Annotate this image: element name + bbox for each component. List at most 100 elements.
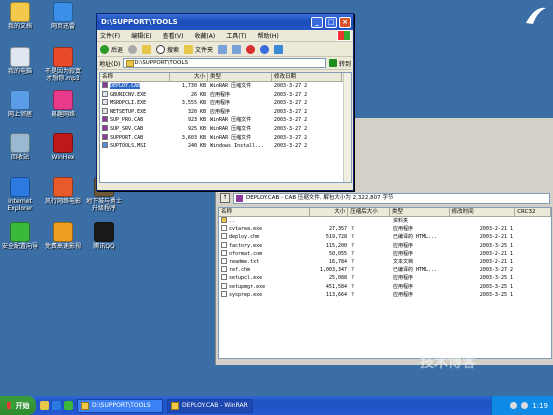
desktop-icon[interactable]: 网上邻居: [0, 90, 40, 118]
vertical-scrollbar[interactable]: [343, 73, 351, 182]
file-size: 451,584: [325, 283, 347, 290]
desktop-icon[interactable]: 安全配置向导: [0, 222, 40, 250]
file-size: 240 KB: [187, 143, 206, 150]
file-date: 2003-3-27 2: [479, 267, 513, 274]
title-bar[interactable]: D:\SUPPORT\TOOLS _ □ ×: [97, 14, 353, 30]
up-folder-button[interactable]: ↑: [220, 193, 230, 203]
quick-launch: [40, 401, 73, 410]
watermark-logo: 51CTO.com: [406, 318, 551, 348]
file-date: 2003-3-27 2: [274, 100, 308, 107]
maximize-button[interactable]: □: [325, 16, 337, 28]
menu-item[interactable]: 文件(F): [100, 31, 120, 40]
go-button[interactable]: 转到: [328, 59, 351, 68]
desktop-icon[interactable]: 风行网络电影: [43, 177, 83, 205]
start-button[interactable]: 开始: [0, 396, 36, 415]
forward-button[interactable]: [128, 44, 138, 54]
menu-item[interactable]: 编辑(E): [131, 31, 151, 40]
archive-row[interactable]: setupmgr.exe 451,584? 应用程序 2003-3-25 1: [219, 282, 551, 291]
views-button[interactable]: [274, 44, 284, 54]
column-header[interactable]: 大小: [310, 208, 349, 216]
desktop-icon[interactable]: WinHex: [43, 133, 83, 161]
back-button[interactable]: 后退: [100, 44, 123, 54]
archive-row[interactable]: factory.exe 115,200? 应用程序 2003-3-25 1: [219, 241, 551, 250]
desktop-icon-label: 网页迅雷: [50, 23, 75, 30]
address-input[interactable]: D:\SUPPORT\TOOLS: [123, 58, 326, 68]
media-player-icon[interactable]: [64, 401, 73, 410]
move-to-button[interactable]: [218, 44, 228, 54]
file-row[interactable]: GBUNICNV.EXE 26 KB 应用程序 2003-3-27 2: [100, 90, 351, 100]
file-type: 文本文档: [393, 258, 414, 265]
volume-icon[interactable]: [510, 402, 518, 409]
column-header[interactable]: 名称: [219, 208, 311, 216]
copy-to-button[interactable]: [232, 44, 242, 54]
archive-row[interactable]: oformat.com 50,055? 应用程序 2003-2-21 1: [219, 249, 551, 258]
packed-size: ?: [351, 258, 355, 265]
archive-row[interactable]: .. 资料夹: [219, 217, 551, 225]
column-header[interactable]: 名称: [100, 73, 170, 81]
qq-icon: [94, 222, 114, 242]
file-row[interactable]: SUP_PRO.CAB 923 KB WinRAR 压缩文件 2003-3-27 2: [100, 116, 351, 125]
archive-row[interactable]: setupcl.exe 25,088? 应用程序 2003-3-25 1: [219, 274, 551, 282]
taskbar-button[interactable]: DEPLOY.CAB - WinRAR: [167, 398, 253, 413]
file-list[interactable]: 名称 大小 类型 修改日期 DEPLOY.CAB 1,730 KB WinRAR 压缩文件…: [99, 72, 352, 183]
archive-row[interactable]: cvtarea.exe 27,357? 应用程序 2003-2-21 1: [219, 225, 551, 233]
column-header[interactable]: CRC32: [515, 208, 552, 216]
desktop-icon[interactable]: 网页迅雷: [43, 2, 83, 30]
desktop-icon[interactable]: 回收站: [0, 133, 40, 161]
desktop-icon[interactable]: 我的电脑: [0, 47, 40, 75]
column-header[interactable]: 大小: [170, 73, 208, 81]
taskbar-button[interactable]: D:\SUPPORT\TOOLS: [77, 398, 163, 413]
file-row[interactable]: DEPLOY.CAB 1,730 KB WinRAR 压缩文件 2003-3-27 2: [100, 82, 351, 91]
file-name-cell: ..: [219, 217, 311, 225]
column-header[interactable]: 类型: [208, 73, 272, 81]
column-header[interactable]: 压缩后大小: [348, 208, 390, 216]
search-icon: [156, 44, 166, 54]
winrar-list-header: 名称 大小 压缩后大小 类型 修改时间 CRC32: [219, 208, 552, 217]
winrar-path-field[interactable]: DEPLOY.CAB - CAB 压缩文件, 解包大小为 2,322,807 字…: [233, 192, 550, 204]
file-row[interactable]: MSRDPCLI.EXE 3,555 KB 应用程序 2003-3-27 2: [100, 99, 351, 108]
folders-button[interactable]: 文件夹: [184, 44, 213, 54]
column-header[interactable]: 修改日期: [272, 73, 342, 81]
archive-row[interactable]: ref.chm 1,003,347? 已编译的 HTML... 2003-3-27 2: [219, 266, 551, 274]
menu-item[interactable]: 查看(V): [163, 31, 184, 40]
menu-item[interactable]: 收藏(A): [194, 31, 215, 40]
packed-size: ?: [351, 283, 355, 290]
desktop-icon[interactable]: Internet Explorer: [0, 177, 40, 212]
desktop-icon-label: 安全配置向导: [1, 243, 38, 250]
file-icon: [221, 249, 227, 256]
archive-row[interactable]: deploy.chm 519,728? 已编译的 HTML... 2003-2-21 …: [219, 233, 551, 241]
show-desktop-icon[interactable]: [40, 401, 49, 410]
column-header[interactable]: 类型: [390, 208, 450, 216]
file-date: 2003-3-27 2: [274, 134, 308, 141]
desktop-icon[interactable]: 免费高速影视: [43, 222, 83, 250]
file-row[interactable]: SUP_SRV.CAB 925 KB WinRAR 压缩文件 2003-3-27 2: [100, 124, 351, 134]
taskbar: 开始 D:\SUPPORT\TOOLS DEPLOY.CAB - WinRAR 1…: [0, 396, 553, 415]
file-row[interactable]: NETSETUP.EXE 320 KB 应用程序 2003-3-27 2: [100, 107, 351, 117]
undo-button[interactable]: [260, 44, 270, 54]
toolbar: 后退 搜索 文件夹: [97, 42, 353, 57]
menu-item[interactable]: 帮助(H): [258, 31, 279, 40]
funshion-icon: [53, 177, 73, 197]
ie-quicklaunch-icon[interactable]: [52, 401, 61, 410]
close-button[interactable]: ×: [339, 16, 351, 28]
minimize-button[interactable]: _: [311, 16, 323, 28]
archive-row[interactable]: sysprep.exe 113,664? 应用程序 2003-3-25 1: [219, 290, 551, 299]
desktop-icon[interactable]: 易趣网络: [43, 90, 83, 118]
delete-button[interactable]: [246, 44, 256, 54]
search-button[interactable]: 搜索: [156, 44, 179, 54]
desktop-icon[interactable]: 我的文档: [0, 2, 40, 30]
archive-row[interactable]: readme.txt 16,784? 文本文档 2003-2-21 1: [219, 257, 551, 266]
desktop-icon[interactable]: 腾讯QQ: [84, 222, 124, 250]
menu-item[interactable]: 工具(T): [226, 31, 246, 40]
move-to-icon: [218, 44, 228, 54]
column-header[interactable]: 修改时间: [450, 208, 516, 216]
desktop-shortcut-icon[interactable]: [523, 3, 548, 28]
file-row[interactable]: SUPTOOLS.MSI 240 KB Windows Install... 2003…: [100, 142, 351, 151]
desktop-icon[interactable]: 不是因为寂寞 才想你.mp3: [43, 47, 83, 82]
network-icon[interactable]: [521, 402, 529, 409]
packed-size: ?: [351, 234, 355, 241]
windows-logo-icon: [337, 30, 351, 41]
up-button[interactable]: [142, 44, 152, 54]
file-name: setupmgr.exe: [229, 283, 266, 290]
file-row[interactable]: SUPPORT.CAB 3,603 KB WinRAR 压缩文件 2003-3-27 …: [100, 133, 351, 143]
